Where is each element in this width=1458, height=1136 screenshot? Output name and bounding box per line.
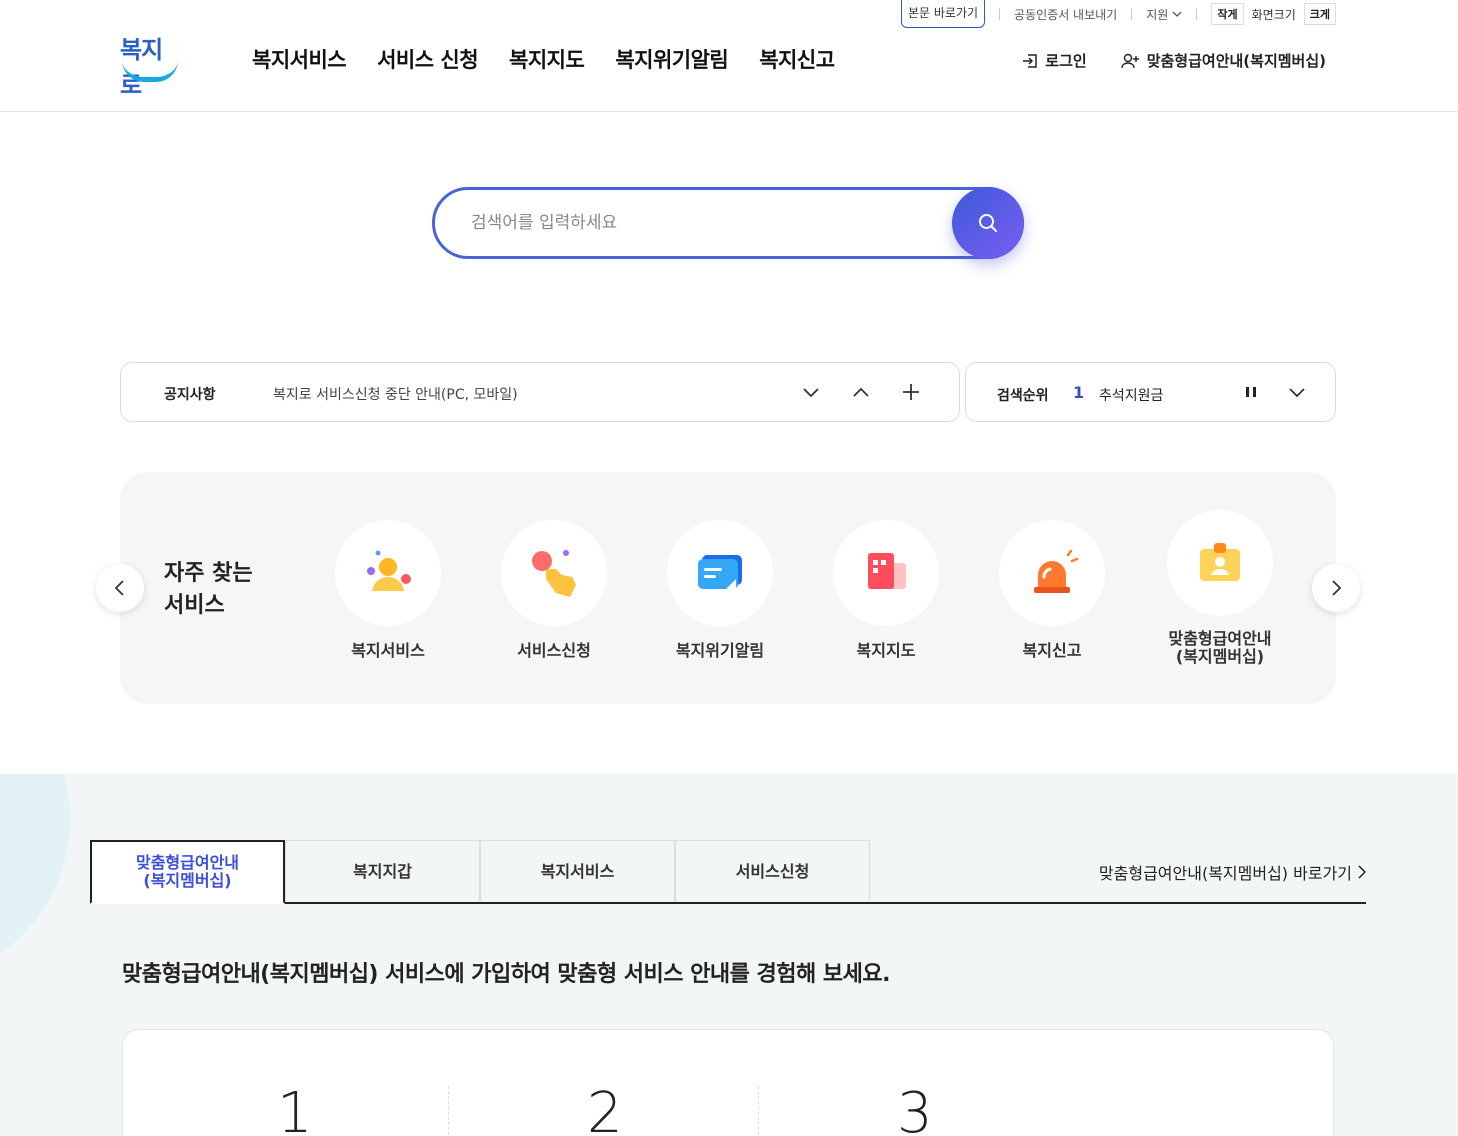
service-label: 복지서비스 bbox=[351, 641, 425, 660]
service-icon-circle bbox=[501, 520, 607, 626]
service-label: 복지위기알림 bbox=[675, 641, 765, 660]
rank-number: 1 bbox=[1073, 383, 1085, 402]
frequent-services: 자주 찾는 서비스 복지서비스 서비스신청 복지위기알림 복지지도 복지신고 맞… bbox=[120, 472, 1336, 704]
rank-expand-button[interactable] bbox=[1285, 379, 1309, 405]
logo[interactable]: 복지로 bbox=[118, 30, 182, 99]
cert-export-link[interactable]: 공동인증서 내보내기 bbox=[1014, 6, 1117, 23]
pause-icon bbox=[1246, 387, 1256, 397]
membership-shortcut-label: 맞춤형급여안내(복지멤버십) 바로가기 bbox=[1098, 864, 1352, 883]
chevron-right-icon bbox=[1358, 865, 1366, 879]
chevron-left-icon bbox=[114, 580, 124, 596]
divider bbox=[1131, 8, 1133, 20]
chevron-right-icon bbox=[1332, 580, 1342, 596]
map-icon bbox=[868, 553, 906, 589]
nav-welfare-map[interactable]: 복지지도 bbox=[509, 44, 585, 74]
divider bbox=[999, 8, 1001, 20]
search-input[interactable] bbox=[471, 206, 931, 240]
search-box bbox=[432, 187, 1024, 259]
tab-welfare-service[interactable]: 복지서비스 bbox=[480, 840, 675, 902]
chevron-up-icon bbox=[853, 387, 869, 397]
membership-tabs: 맞춤형급여안내 (복지멤버십) 복지지갑 복지서비스 서비스신청 맞춤형급여안내… bbox=[90, 840, 1366, 904]
step-number: 3 bbox=[897, 1081, 933, 1136]
service-label: 복지신고 bbox=[1022, 641, 1082, 660]
hand-tap-icon bbox=[532, 550, 576, 597]
frequent-heading-line2: 서비스 bbox=[164, 593, 225, 618]
membership-section: 맞춤형급여안내 (복지멤버십) 복지지갑 복지서비스 서비스신청 맞춤형급여안내… bbox=[0, 774, 1458, 1136]
step-divider bbox=[758, 1086, 759, 1136]
notice-prev-button[interactable] bbox=[849, 379, 873, 405]
login-link[interactable]: 로그인 bbox=[1021, 50, 1087, 71]
user-plus-icon bbox=[1120, 53, 1139, 68]
service-icon-circle bbox=[335, 520, 441, 626]
service-item-welfare[interactable]: 복지서비스 bbox=[318, 520, 458, 660]
support-label: 지원 bbox=[1146, 7, 1169, 22]
person-icon bbox=[367, 550, 411, 591]
nav-crisis-alert[interactable]: 복지위기알림 bbox=[615, 44, 728, 74]
search-icon bbox=[979, 214, 997, 232]
membership-description: 맞춤형급여안내(복지멤버십) 서비스에 가입하여 맞춤형 서비스 안내를 경험해… bbox=[122, 962, 890, 987]
notice-text[interactable]: 복지로 서비스신청 중단 안내(PC, 모바일) bbox=[273, 384, 518, 404]
service-item-welfare-map[interactable]: 복지지도 bbox=[816, 520, 956, 660]
membership-link[interactable]: 맞춤형급여안내(복지멤버십) bbox=[1120, 50, 1326, 71]
carousel-next-button[interactable] bbox=[1312, 564, 1360, 612]
nav-welfare-service[interactable]: 복지서비스 bbox=[252, 44, 347, 74]
steps-card: 1 2 3 bbox=[122, 1029, 1334, 1136]
service-label: 서비스신청 bbox=[517, 641, 591, 660]
rank-pause-button[interactable] bbox=[1239, 379, 1263, 405]
nav-service-apply[interactable]: 서비스 신청 bbox=[377, 44, 478, 74]
search-rank-bar: 검색순위 1 추석지원금 bbox=[965, 362, 1336, 422]
service-icon-circle bbox=[999, 520, 1105, 626]
service-icon-circle bbox=[667, 520, 773, 626]
font-size-control: 작게 화면크기 크게 bbox=[1211, 3, 1336, 25]
nav-welfare-report[interactable]: 복지신고 bbox=[759, 44, 835, 74]
login-label: 로그인 bbox=[1045, 52, 1087, 70]
font-size-label: 화면크기 bbox=[1251, 7, 1296, 22]
chevron-down-icon bbox=[1172, 11, 1182, 17]
tab-service-apply[interactable]: 서비스신청 bbox=[675, 840, 870, 902]
carousel-prev-button[interactable] bbox=[96, 564, 144, 612]
service-icon-circle bbox=[1167, 510, 1273, 616]
support-dropdown[interactable]: 지원 bbox=[1146, 6, 1182, 23]
chevron-down-icon bbox=[1289, 388, 1305, 398]
tab-wallet[interactable]: 복지지갑 bbox=[285, 840, 480, 902]
skip-to-content-link[interactable]: 본문 바로가기 bbox=[900, 0, 986, 28]
message-icon bbox=[698, 555, 742, 589]
font-small-button[interactable]: 작게 bbox=[1211, 3, 1244, 25]
step-number: 1 bbox=[277, 1081, 313, 1136]
service-item-apply[interactable]: 서비스신청 bbox=[484, 520, 624, 660]
membership-label: 맞춤형급여안내(복지멤버십) bbox=[1146, 52, 1326, 70]
divider bbox=[1196, 8, 1198, 20]
login-icon bbox=[1023, 53, 1038, 68]
header-actions: 로그인 맞춤형급여안내(복지멤버십) bbox=[1021, 50, 1326, 71]
notice-more-button[interactable] bbox=[899, 379, 923, 405]
notice-title: 공지사항 bbox=[164, 387, 216, 403]
service-item-membership[interactable]: 맞춤형급여안내 (복지멤버십) bbox=[1150, 510, 1290, 666]
notice-controls bbox=[799, 379, 923, 405]
service-item-crisis-alert[interactable]: 복지위기알림 bbox=[650, 520, 790, 660]
frequent-heading-line1: 자주 찾는 bbox=[164, 561, 253, 586]
service-label: 맞춤형급여안내 (복지멤버십) bbox=[1168, 629, 1272, 666]
decorative-circle bbox=[0, 774, 70, 984]
frequent-heading: 자주 찾는 서비스 bbox=[164, 558, 253, 622]
id-card-icon bbox=[1200, 543, 1240, 581]
notice-bar: 공지사항 복지로 서비스신청 중단 안내(PC, 모바일) bbox=[120, 362, 960, 422]
search-button[interactable] bbox=[952, 187, 1024, 259]
notice-next-button[interactable] bbox=[799, 379, 823, 405]
chevron-down-icon bbox=[803, 388, 819, 398]
utility-bar: 본문 바로가기 공동인증서 내보내기 지원 작게 화면크기 크게 bbox=[900, 0, 1336, 28]
rank-title: 검색순위 bbox=[997, 388, 1049, 404]
service-item-report[interactable]: 복지신고 bbox=[982, 520, 1122, 660]
rank-keyword[interactable]: 추석지원금 bbox=[1099, 385, 1163, 405]
rank-controls bbox=[1239, 379, 1309, 405]
step-divider bbox=[448, 1086, 449, 1136]
service-label: 복지지도 bbox=[856, 641, 916, 660]
step-number: 2 bbox=[587, 1081, 623, 1136]
siren-icon bbox=[1034, 549, 1079, 593]
font-large-button[interactable]: 크게 bbox=[1303, 3, 1336, 25]
membership-shortcut-link[interactable]: 맞춤형급여안내(복지멤버십) 바로가기 bbox=[1099, 860, 1366, 884]
service-icon-circle bbox=[833, 520, 939, 626]
main-nav: 복지서비스 서비스 신청 복지지도 복지위기알림 복지신고 bbox=[252, 44, 835, 74]
tab-membership[interactable]: 맞춤형급여안내 (복지멤버십) bbox=[90, 840, 285, 904]
plus-icon bbox=[903, 384, 919, 400]
